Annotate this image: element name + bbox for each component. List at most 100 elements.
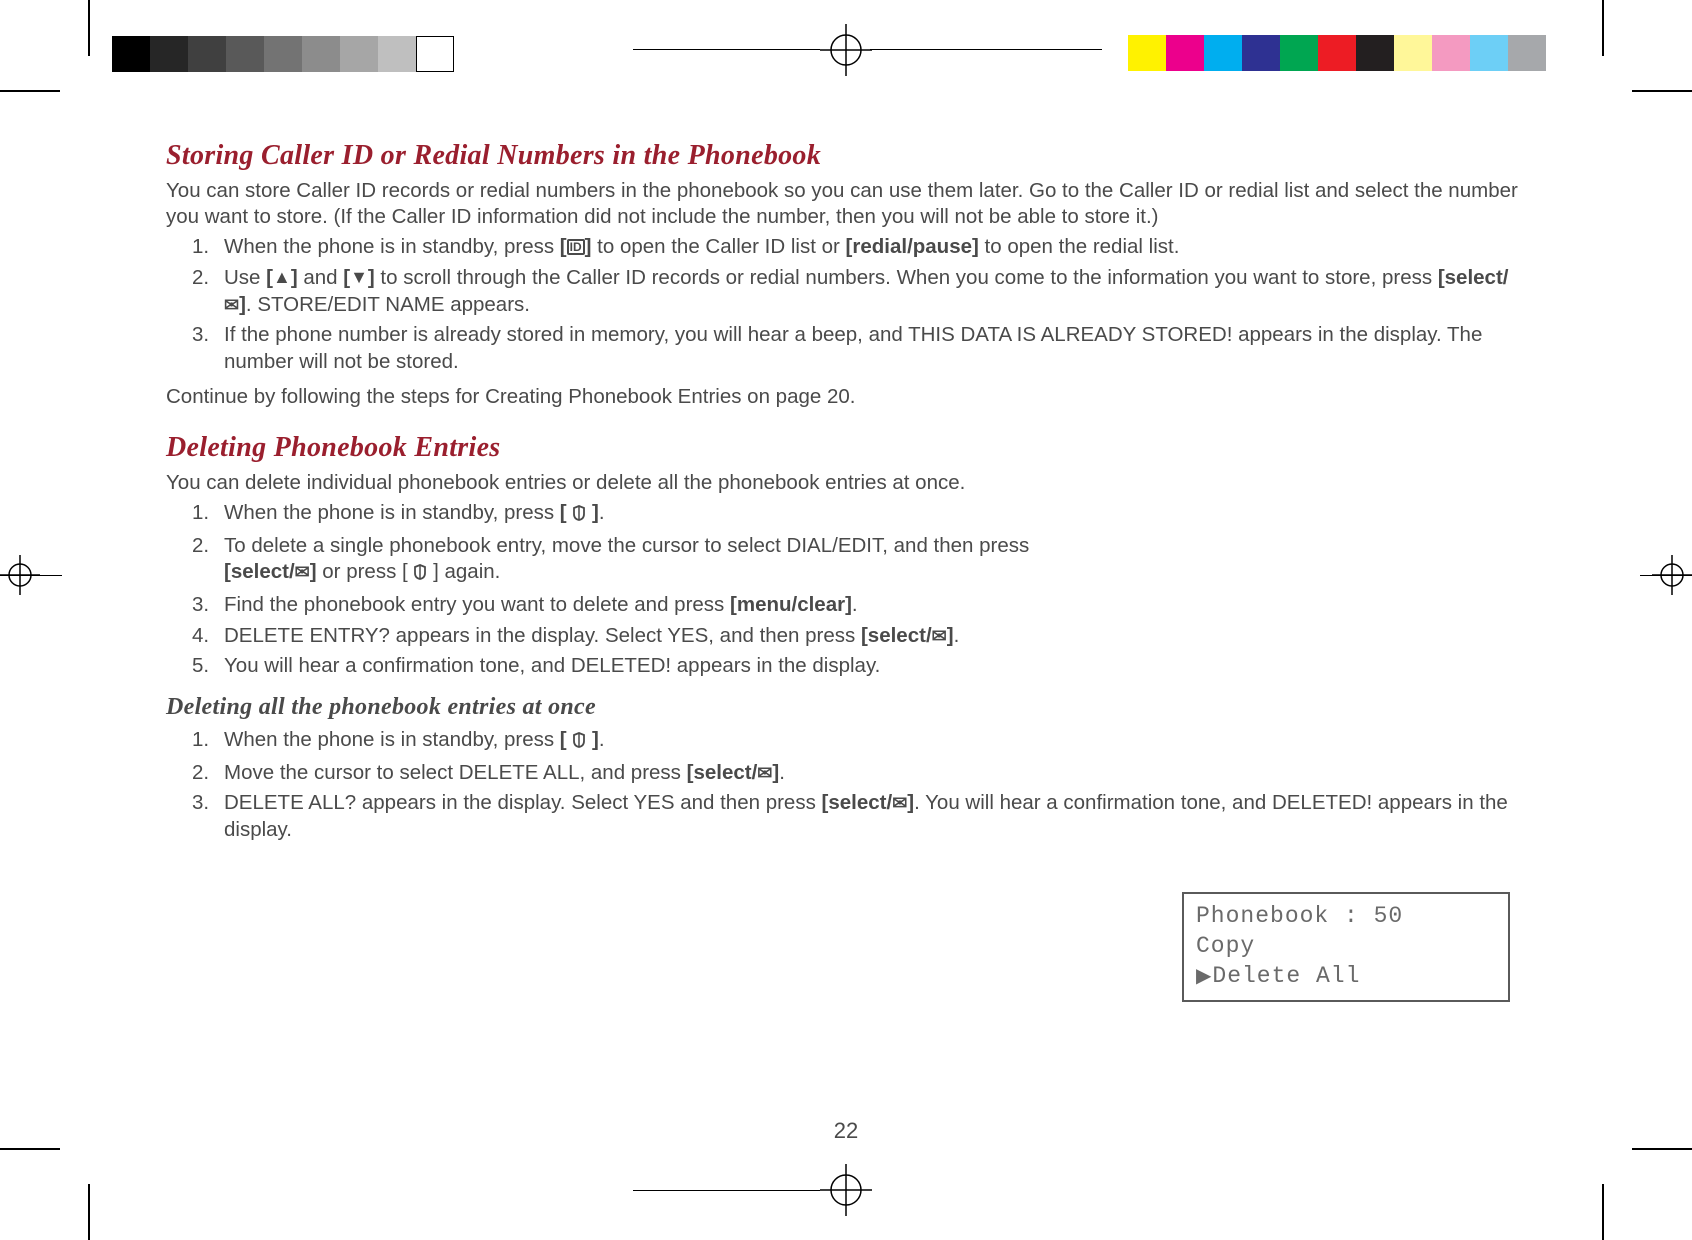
list-item: 2. Move the cursor to select DELETE ALL,…	[192, 760, 1534, 787]
list-item: 3. DELETE ALL? appears in the display. S…	[192, 790, 1534, 843]
text: to open the redial list.	[979, 235, 1180, 258]
list-item: 1. When the phone is in standby, press […	[192, 727, 1534, 756]
key-label: [▲]	[266, 266, 297, 289]
envelope-icon: ✉	[757, 763, 772, 783]
outro-text: Continue by following the steps for Crea…	[166, 384, 1534, 410]
crop-mark	[1632, 1148, 1692, 1150]
step-number: 3.	[192, 322, 209, 349]
section-heading: Deleting Phonebook Entries	[166, 432, 1534, 464]
key-label: [select/✉]	[224, 560, 317, 583]
key-label: [ID]	[560, 235, 592, 258]
reg-line	[0, 575, 62, 576]
text: .	[599, 728, 605, 751]
step-number: 1.	[192, 234, 209, 261]
step-number: 2.	[192, 760, 209, 787]
key-label: [ ]	[560, 728, 599, 751]
cursor-icon: ▶	[1196, 966, 1212, 989]
text: You will hear a confirmation tone, and D…	[224, 654, 880, 677]
key-label: [select/✉]	[861, 624, 954, 647]
crop-mark	[0, 1148, 60, 1150]
envelope-icon: ✉	[224, 295, 239, 315]
text: .	[852, 593, 858, 616]
step-number: 4.	[192, 623, 209, 650]
section: Deleting Phonebook Entries You can delet…	[166, 432, 1534, 844]
step-number: 1.	[192, 727, 209, 754]
steps-list: 1. When the phone is in standby, press […	[166, 234, 1534, 375]
text: When the phone is in standby, press	[224, 501, 560, 524]
lcd-display: Phonebook : 50 Copy ▶Delete All	[1182, 892, 1510, 1002]
envelope-icon: ✉	[295, 562, 310, 582]
list-item: 2. Use [▲] and [▼] to scroll through the…	[192, 265, 1534, 318]
step-number: 3.	[192, 592, 209, 619]
intro-text: You can store Caller ID records or redia…	[166, 178, 1534, 230]
lcd-line: Phonebook : 50	[1196, 902, 1496, 932]
phonebook-icon	[413, 561, 427, 588]
crop-mark	[0, 90, 60, 92]
key-label: [select/✉]	[822, 791, 915, 814]
list-item: 3. If the phone number is already stored…	[192, 322, 1534, 375]
lcd-line: Copy	[1196, 932, 1496, 962]
crosshair-icon	[0, 555, 40, 600]
list-item: 3. Find the phonebook entry you want to …	[192, 592, 1086, 619]
text: To delete a single phonebook entry, move…	[224, 534, 1029, 557]
crosshair-icon	[1652, 555, 1692, 600]
page-number: 22	[834, 1118, 858, 1144]
text: and	[298, 266, 344, 289]
reg-line	[633, 1190, 820, 1191]
key-label: [ ]	[560, 501, 599, 524]
text: ] again.	[427, 560, 500, 583]
step-number: 2.	[192, 265, 209, 292]
crop-mark	[1602, 1184, 1604, 1240]
text: When the phone is in standby, press	[224, 235, 560, 258]
crop-mark	[88, 0, 90, 56]
key-label: [▼]	[343, 266, 374, 289]
steps-list: 1. When the phone is in standby, press […	[166, 727, 1534, 844]
text: DELETE ALL? appears in the display. Sele…	[224, 791, 822, 814]
lcd-line: ▶Delete All	[1196, 962, 1496, 992]
section-heading: Storing Caller ID or Redial Numbers in t…	[166, 140, 1534, 172]
text: . STORE/EDIT NAME appears.	[246, 293, 530, 316]
text: Use	[224, 266, 266, 289]
steps-list: 1. When the phone is in standby, press […	[166, 500, 1086, 680]
intro-text: You can delete individual phonebook entr…	[166, 470, 1534, 496]
text: DELETE ENTRY? appears in the display. Se…	[224, 624, 861, 647]
key-label: [redial/pause]	[846, 235, 979, 258]
text: Move the cursor to select DELETE ALL, an…	[224, 761, 687, 784]
text: Find the phonebook entry you want to del…	[224, 593, 730, 616]
subsection-heading: Deleting all the phonebook entries at on…	[166, 694, 1534, 721]
grayscale-swatches	[112, 36, 454, 72]
crosshair-icon	[820, 24, 872, 76]
reg-line	[870, 49, 1102, 50]
text: .	[954, 624, 960, 647]
envelope-icon: ✉	[892, 793, 907, 813]
text: to scroll through the Caller ID records …	[375, 266, 1438, 289]
step-number: 1.	[192, 500, 209, 527]
list-item: 5. You will hear a confirmation tone, an…	[192, 653, 1086, 680]
text: or press [	[317, 560, 414, 583]
text: to open the Caller ID list or	[591, 235, 845, 258]
list-item: 1. When the phone is in standby, press […	[192, 500, 1086, 529]
step-number: 5.	[192, 653, 209, 680]
phonebook-icon	[572, 729, 586, 756]
color-swatches	[1128, 35, 1546, 71]
crop-mark	[1632, 90, 1692, 92]
step-number: 3.	[192, 790, 209, 817]
list-item: 4. DELETE ENTRY? appears in the display.…	[192, 623, 1086, 650]
text: .	[779, 761, 785, 784]
up-arrow-icon: ▲	[273, 267, 291, 287]
step-number: 2.	[192, 533, 209, 560]
crosshair-icon	[820, 1164, 872, 1216]
list-item: 2. To delete a single phonebook entry, m…	[192, 533, 1086, 588]
text: If the phone number is already stored in…	[224, 323, 1482, 373]
key-label: [menu/clear]	[730, 593, 852, 616]
page-content: Storing Caller ID or Redial Numbers in t…	[166, 140, 1534, 852]
crop-mark	[1602, 0, 1604, 56]
text: When the phone is in standby, press	[224, 728, 560, 751]
reg-line	[633, 49, 820, 50]
key-label: [select/✉]	[687, 761, 780, 784]
reg-line	[1640, 575, 1692, 576]
crop-mark	[88, 1184, 90, 1240]
down-arrow-icon: ▼	[350, 267, 368, 287]
list-item: 1. When the phone is in standby, press […	[192, 234, 1534, 261]
phonebook-icon	[572, 502, 586, 529]
